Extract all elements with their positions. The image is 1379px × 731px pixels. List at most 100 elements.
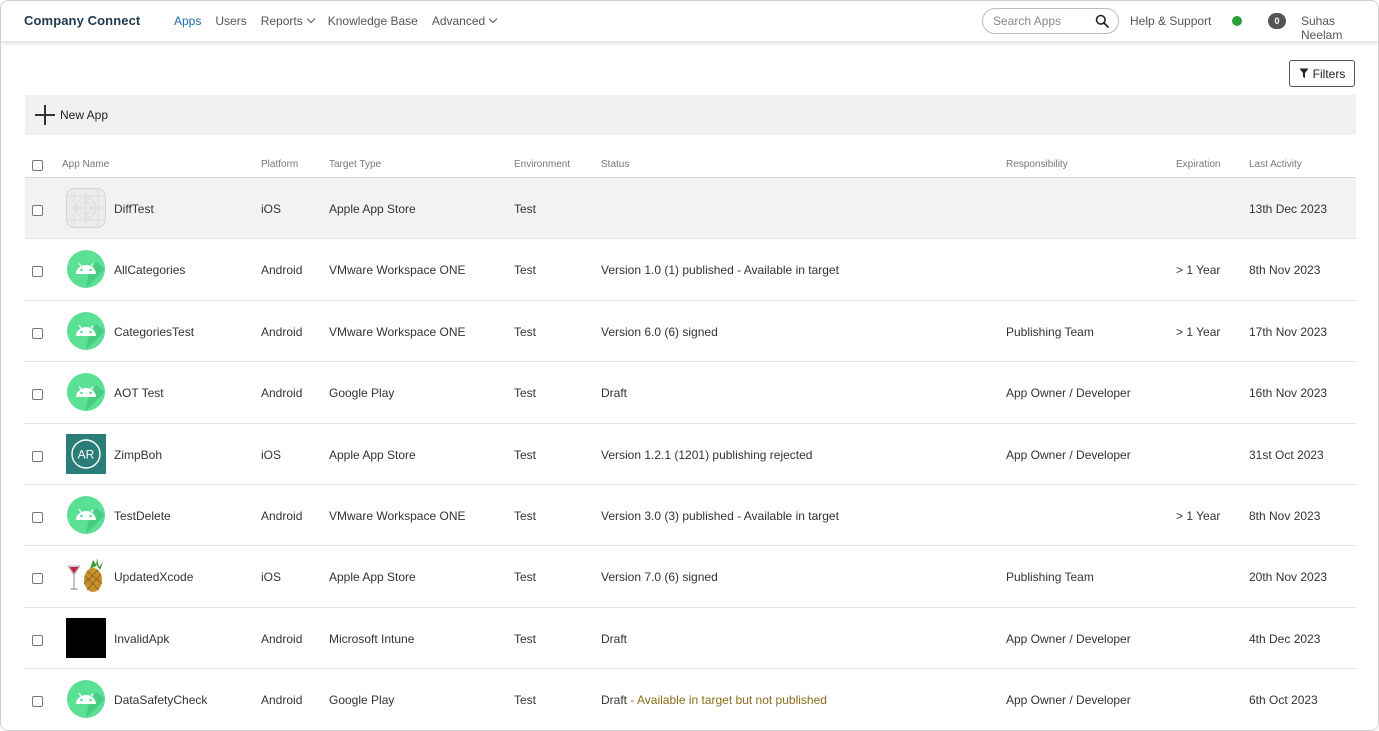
app-last-activity: 20th Nov 2023 xyxy=(1249,570,1328,585)
col-expiration[interactable]: Expiration xyxy=(1176,159,1220,170)
app-name[interactable]: AllCategories xyxy=(114,263,185,277)
app-platform: iOS xyxy=(261,202,282,216)
app-status-text: Version 7.0 (6) signed xyxy=(601,570,718,585)
nav-advanced[interactable]: Advanced xyxy=(431,14,498,28)
row-checkbox[interactable] xyxy=(32,389,43,401)
app-status-text: Draft xyxy=(601,631,628,646)
search-input[interactable] xyxy=(993,14,1093,28)
row-checkbox[interactable] xyxy=(32,634,43,646)
app-status-warning: - Available in target but not published xyxy=(627,693,827,708)
nav-apps[interactable]: Apps xyxy=(174,14,201,28)
app-environment: Test xyxy=(514,263,537,278)
table-row[interactable]: TestDelete Android VMware Workspace ONE Tes… xyxy=(25,485,1356,547)
new-app-label: New App xyxy=(60,108,109,122)
col-platform[interactable]: Platform xyxy=(261,159,298,170)
app-name[interactable]: DiffTest xyxy=(114,202,154,216)
app-target-type: Google Play xyxy=(329,386,395,401)
app-name[interactable]: TestDelete xyxy=(114,509,171,523)
col-last-activity[interactable]: Last Activity xyxy=(1249,159,1302,170)
app-name[interactable]: DataSafetyCheck xyxy=(114,693,207,707)
row-checkbox[interactable] xyxy=(32,573,43,585)
app-name[interactable]: AOT Test xyxy=(114,386,164,400)
app-status: Draft xyxy=(601,386,627,400)
nav-reports-label: Reports xyxy=(260,14,303,28)
row-checkbox[interactable] xyxy=(32,450,43,462)
app-status: Draft xyxy=(601,632,627,646)
plus-icon xyxy=(35,105,55,125)
app-platform: Android xyxy=(261,631,303,646)
chevron-down-icon xyxy=(306,14,315,24)
search-icon[interactable] xyxy=(1095,14,1109,28)
app-platform: Android xyxy=(261,324,303,339)
pineapple-cocktail-icon xyxy=(66,556,106,596)
app-name[interactable]: UpdatedXcode xyxy=(114,570,193,584)
brand-title[interactable]: Company Connect xyxy=(24,13,140,28)
table-row[interactable]: AR ZimpBoh iOS Apple App Store Test Version 1… xyxy=(25,424,1356,485)
app-status-text: Version 6.0 (6) signed xyxy=(601,324,718,339)
app-expiration: > 1 Year xyxy=(1176,263,1221,278)
table-row[interactable]: CategoriesTest Android VMware Workspace ON… xyxy=(25,301,1356,363)
nav-reports[interactable]: Reports xyxy=(260,14,315,28)
app-target-type: Apple App Store xyxy=(329,447,416,462)
nav-apps-label: Apps xyxy=(174,14,202,28)
main-nav: Apps Users Reports Knowledge Base Advanc… xyxy=(174,14,510,28)
table-row[interactable]: InvalidApk Android Microsoft Intune Test Dra… xyxy=(25,608,1356,670)
app-responsibility: Publishing Team xyxy=(1006,324,1094,339)
table-body: DiffTest iOS Apple App Store Test 13th Dec 2… xyxy=(25,178,1356,730)
row-checkbox[interactable] xyxy=(32,266,43,278)
android-icon xyxy=(66,372,106,412)
app-status-text: Version 3.0 (3) published - Available in… xyxy=(601,508,839,523)
col-app-name[interactable]: App Name xyxy=(62,159,109,170)
table-row[interactable]: UpdatedXcode iOS Apple App Store Test Versio… xyxy=(25,546,1356,608)
nav-knowledge-base[interactable]: Knowledge Base xyxy=(328,14,418,28)
filters-button[interactable]: Filters xyxy=(1289,60,1355,87)
table-row[interactable]: AllCategories Android VMware Workspace ONE… xyxy=(25,239,1356,301)
app-name[interactable]: ZimpBoh xyxy=(114,448,162,462)
app-last-activity: 13th Dec 2023 xyxy=(1249,202,1328,216)
table-header: App Name Platform Target Type Environmen… xyxy=(25,149,1356,178)
android-icon xyxy=(66,679,106,719)
app-responsibility: App Owner / Developer xyxy=(1006,447,1131,462)
app-platform: Android xyxy=(261,386,303,401)
row-checkbox[interactable] xyxy=(32,205,43,216)
app-platform: iOS xyxy=(261,570,282,585)
app-name[interactable]: CategoriesTest xyxy=(114,325,194,339)
nav-users[interactable]: Users xyxy=(215,14,246,28)
row-checkbox[interactable] xyxy=(32,511,43,523)
user-menu[interactable]: Suhas Neelam xyxy=(1301,14,1378,42)
app-platform: iOS xyxy=(261,447,282,462)
placeholder-app-icon xyxy=(66,188,106,228)
app-environment: Test xyxy=(514,570,537,585)
app-status: Version 1.0 (1) published - Available in… xyxy=(601,263,839,277)
app-status: Version 6.0 (6) signed xyxy=(601,325,718,339)
help-support-link[interactable]: Help & Support xyxy=(1130,14,1211,28)
app-expiration: > 1 Year xyxy=(1176,508,1221,523)
col-status[interactable]: Status xyxy=(601,159,629,170)
row-checkbox[interactable] xyxy=(32,327,43,339)
app-status-text: Version 1.2.1 (1201) publishing rejected xyxy=(601,447,813,462)
app-target-type: Microsoft Intune xyxy=(329,631,415,646)
black-square-icon xyxy=(66,617,106,658)
app-last-activity: 17th Nov 2023 xyxy=(1249,324,1328,339)
select-all-checkbox[interactable] xyxy=(32,160,43,171)
app-target-type: VMware Workspace ONE xyxy=(329,324,466,339)
chevron-down-icon xyxy=(488,14,498,24)
app-responsibility: App Owner / Developer xyxy=(1006,693,1131,708)
table-row[interactable]: DataSafetyCheck Android Google Play Test Dra… xyxy=(25,669,1356,730)
table-row[interactable]: DiffTest iOS Apple App Store Test 13th Dec 2… xyxy=(25,178,1356,240)
table-row[interactable]: AOT Test Android Google Play Test Draft App O… xyxy=(25,362,1356,424)
col-responsibility[interactable]: Responsibility xyxy=(1006,159,1068,170)
app-status-text: Draft xyxy=(601,693,628,708)
app-name[interactable]: InvalidApk xyxy=(114,632,169,646)
notification-badge[interactable]: 0 xyxy=(1268,13,1286,29)
app-target-type: VMware Workspace ONE xyxy=(329,508,466,523)
online-status-dot xyxy=(1232,16,1242,26)
nav-advanced-label: Advanced xyxy=(431,14,486,28)
col-environment[interactable]: Environment xyxy=(514,159,570,170)
row-checkbox[interactable] xyxy=(32,696,43,708)
svg-text:AR: AR xyxy=(78,447,95,461)
nav-users-label: Users xyxy=(215,14,247,28)
col-target-type[interactable]: Target Type xyxy=(329,159,381,170)
new-app-button[interactable]: New App xyxy=(35,105,108,125)
app-responsibility: App Owner / Developer xyxy=(1006,631,1131,646)
